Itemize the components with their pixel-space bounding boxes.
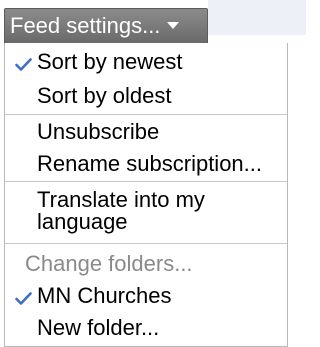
menu-item-label: MN Churches — [37, 283, 172, 308]
feed-settings-screen: Feed settings... Sort by newest Sort by … — [0, 0, 306, 347]
menu-item-label: New folder... — [37, 315, 160, 340]
feed-settings-button[interactable]: Feed settings... — [4, 8, 208, 44]
menu-divider — [5, 181, 287, 182]
menu-item-label: Unsubscribe — [37, 119, 160, 144]
menu-item-sort-newest[interactable]: Sort by newest — [5, 49, 287, 79]
menu-divider — [5, 114, 287, 115]
header-background — [208, 0, 306, 35]
checkmark-icon — [15, 292, 32, 305]
menu-item-label: Translate into my language — [37, 187, 205, 234]
menu-item-folder-mn-churches[interactable]: MN Churches — [5, 283, 287, 313]
feed-settings-label: Feed settings... — [10, 13, 161, 38]
menu-item-new-folder[interactable]: New folder... — [5, 315, 287, 345]
menu-item-change-folders: Change folders... — [5, 251, 287, 281]
menu-section-label: Change folders... — [25, 251, 193, 276]
menu-item-label: Rename subscription... — [37, 151, 262, 176]
menu-item-sort-oldest[interactable]: Sort by oldest — [5, 83, 287, 113]
menu-item-label: Sort by newest — [37, 49, 183, 74]
menu-item-label: Sort by oldest — [37, 83, 172, 108]
caret-down-icon — [167, 21, 180, 29]
menu-item-unsubscribe[interactable]: Unsubscribe — [5, 119, 287, 149]
feed-settings-menu: Sort by newest Sort by oldest Unsubscrib… — [4, 43, 288, 347]
menu-item-rename-subscription[interactable]: Rename subscription... — [5, 151, 287, 181]
menu-divider — [5, 243, 287, 244]
menu-item-translate[interactable]: Translate into my language — [5, 189, 287, 241]
checkmark-icon — [15, 58, 32, 71]
